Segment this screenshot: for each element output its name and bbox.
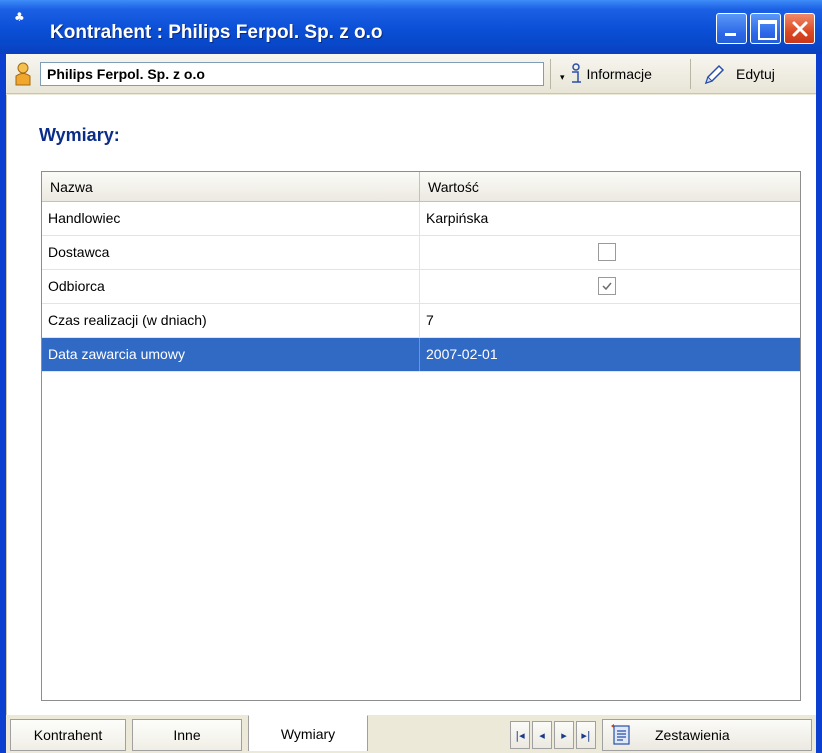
row-value[interactable]: 2007-02-01 [420, 338, 800, 371]
previous-record-button[interactable]: ◂ [532, 721, 552, 749]
row-name: Dostawca [42, 236, 420, 269]
last-icon: ▸| [581, 728, 591, 742]
close-icon [792, 21, 808, 37]
column-header-name[interactable]: Nazwa [42, 172, 420, 202]
main-content: Wymiary: Nazwa Wartość Handlowiec Karpiń… [6, 95, 816, 715]
row-name: Czas realizacji (w dniach) [42, 304, 420, 337]
toolbar: Philips Ferpol. Sp. z o.o ▾ Informacje E… [6, 54, 816, 94]
row-name: Odbiorca [42, 270, 420, 303]
tab-inne[interactable]: Inne [132, 719, 242, 751]
bottom-bar: Kontrahent Inne Wymiary |◂ ◂ ▸ ▸| Zestaw… [6, 715, 816, 753]
previous-icon: ◂ [539, 728, 545, 742]
row-name: Handlowiec [42, 202, 420, 235]
reports-button[interactable]: Zestawienia [602, 719, 812, 751]
contractor-name-field[interactable]: Philips Ferpol. Sp. z o.o [40, 62, 544, 86]
table-row-selected[interactable]: Data zawarcia umowy 2007-02-01 [42, 338, 800, 372]
close-button[interactable] [784, 13, 815, 44]
tab-label: Wymiary [280, 725, 336, 742]
maximize-button[interactable] [750, 13, 781, 44]
first-record-button[interactable]: |◂ [510, 721, 530, 749]
next-icon: ▸ [561, 728, 567, 742]
first-icon: |◂ [515, 728, 525, 742]
column-header-value[interactable]: Wartość [420, 172, 800, 202]
row-name: Data zawarcia umowy [42, 338, 420, 371]
window: ♣ Kontrahent : Philips Ferpol. Sp. z o.o… [0, 0, 822, 753]
edit-label: Edytuj [736, 66, 775, 82]
row-value [420, 236, 800, 269]
grid-header: Nazwa Wartość [42, 172, 800, 202]
dropdown-arrow-icon: ▾ [560, 71, 565, 82]
pencil-icon [704, 64, 725, 85]
table-row[interactable]: Odbiorca [42, 270, 800, 304]
dimensions-grid[interactable]: Nazwa Wartość Handlowiec Karpińska Dosta… [41, 171, 801, 701]
tab-kontrahent[interactable]: Kontrahent [10, 719, 126, 751]
table-row[interactable]: Dostawca [42, 236, 800, 270]
app-icon: ♣ [14, 10, 25, 24]
row-value[interactable]: 7 [420, 304, 800, 337]
person-icon [15, 62, 31, 86]
edit-button[interactable]: Edytuj [694, 58, 808, 90]
info-button[interactable]: ▾ Informacje [554, 58, 658, 90]
dostawca-checkbox[interactable] [598, 243, 616, 261]
tab-label: Kontrahent [33, 727, 103, 743]
tab-label: Inne [173, 727, 201, 743]
section-title: Wymiary: [39, 125, 120, 145]
table-row[interactable]: Handlowiec Karpińska [42, 202, 800, 236]
client-area: Philips Ferpol. Sp. z o.o ▾ Informacje E… [6, 54, 816, 753]
toolbar-separator [690, 59, 691, 89]
table-row[interactable]: Czas realizacji (w dniach) 7 [42, 304, 800, 338]
report-icon [611, 724, 630, 745]
info-icon [571, 63, 581, 83]
checkmark-icon [602, 282, 612, 291]
title-bar[interactable]: ♣ Kontrahent : Philips Ferpol. Sp. z o.o [0, 0, 822, 54]
row-value [420, 270, 800, 303]
info-label: Informacje [586, 66, 652, 82]
tab-wymiary[interactable]: Wymiary [248, 715, 368, 751]
toolbar-separator [550, 59, 551, 89]
minimize-button[interactable] [716, 13, 747, 44]
odbiorca-checkbox[interactable] [598, 277, 616, 295]
next-record-button[interactable]: ▸ [554, 721, 574, 749]
reports-label: Zestawienia [655, 727, 730, 743]
row-value[interactable]: Karpińska [420, 202, 800, 235]
window-title: Kontrahent : Philips Ferpol. Sp. z o.o [50, 22, 383, 43]
last-record-button[interactable]: ▸| [576, 721, 596, 749]
